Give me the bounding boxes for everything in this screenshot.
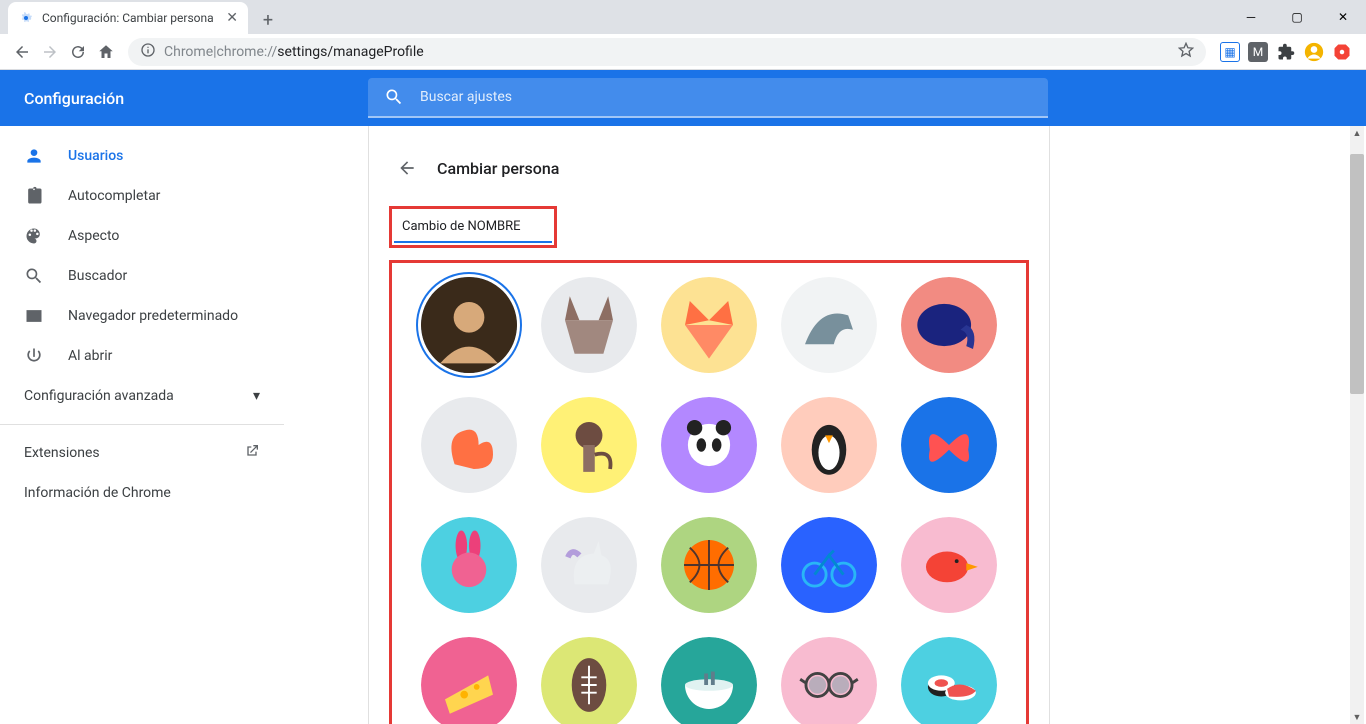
extensions-puzzle-icon[interactable] (1276, 42, 1296, 62)
new-tab-button[interactable]: + (254, 6, 282, 34)
scrollbar-up-arrow[interactable]: ▲ (1350, 126, 1364, 140)
avatar-football[interactable] (541, 637, 637, 724)
sidebar-about-label: Información de Chrome (24, 485, 171, 501)
app-title: Configuración (0, 89, 300, 108)
bookmark-star-icon[interactable] (1178, 42, 1194, 62)
avatar-grid-highlight (389, 260, 1029, 724)
gear-icon (18, 10, 34, 26)
avatar-cheese[interactable] (421, 637, 517, 724)
sidebar-item-autocompletar[interactable]: Autocompletar (0, 176, 284, 216)
browser-toolbar: Chrome | chrome:// settings/manageProfil… (0, 34, 1366, 70)
settings-search[interactable] (368, 78, 1048, 118)
gmail-extension-icon[interactable]: M (1248, 42, 1268, 62)
avatar-basketball[interactable] (661, 517, 757, 613)
avatar-penguin[interactable] (781, 397, 877, 493)
avatar-bicycle[interactable] (781, 517, 877, 613)
avatar-elephant[interactable] (901, 277, 997, 373)
adblock-extension-icon[interactable] (1332, 42, 1352, 62)
sidebar-advanced-label: Configuración avanzada (24, 388, 174, 404)
sidebar-item-label: Autocompletar (68, 188, 160, 204)
search-icon (384, 87, 404, 107)
avatar-bowl[interactable] (661, 637, 757, 724)
site-info-icon[interactable] (140, 42, 156, 62)
home-button[interactable] (92, 38, 120, 66)
sidebar-item-usuarios[interactable]: Usuarios (0, 136, 284, 176)
search-icon (24, 266, 44, 286)
avatar-squirrel[interactable] (421, 397, 517, 493)
close-window-button[interactable]: ✕ (1320, 0, 1366, 34)
sidebar-item-aspecto[interactable]: Aspecto (0, 216, 284, 256)
sidebar-item-label: Usuarios (68, 148, 123, 164)
sidebar-item-label: Navegador predeterminado (68, 308, 238, 324)
settings-body: Usuarios Autocompletar Aspecto Buscador … (0, 126, 1366, 724)
right-gutter: ▲ ▼ (1050, 126, 1366, 724)
extension-icons: ▦ M (1214, 42, 1358, 62)
app-header: Configuración (0, 70, 1366, 126)
sidebar-item-label: Aspecto (68, 228, 119, 244)
sidebar-item-navegador[interactable]: Navegador predeterminado (0, 296, 284, 336)
avatar-grid (410, 277, 1008, 724)
sidebar-item-label: Buscador (68, 268, 127, 284)
address-bar[interactable]: Chrome | chrome:// settings/manageProfil… (128, 38, 1206, 66)
maximize-button[interactable]: ▢ (1274, 0, 1320, 34)
avatar-bird[interactable] (901, 517, 997, 613)
open-external-icon (244, 443, 260, 463)
avatar-user-photo[interactable] (421, 277, 517, 373)
avatar-glasses[interactable] (781, 637, 877, 724)
power-icon (24, 346, 44, 366)
avatar-monkey[interactable] (541, 397, 637, 493)
scrollbar-down-arrow[interactable]: ▼ (1350, 710, 1364, 724)
profile-avatar-icon[interactable] (1304, 42, 1324, 62)
sidebar-about-link[interactable]: Información de Chrome (0, 473, 284, 513)
profile-name-input[interactable] (394, 211, 552, 243)
url-path: settings/manageProfile (277, 44, 423, 60)
sidebar-extensions-link[interactable]: Extensiones (0, 433, 284, 473)
settings-sidebar: Usuarios Autocompletar Aspecto Buscador … (0, 126, 284, 724)
sidebar-item-label: Al abrir (68, 348, 112, 364)
close-tab-icon[interactable]: ✕ (226, 10, 238, 26)
forward-button[interactable] (36, 38, 64, 66)
avatar-unicorn[interactable] (541, 517, 637, 613)
avatar-sushi[interactable] (901, 637, 997, 724)
minimize-button[interactable]: ─ (1228, 0, 1274, 34)
url-prefix: chrome:// (217, 44, 278, 60)
avatar-dragon[interactable] (781, 277, 877, 373)
translate-extension-icon[interactable]: ▦ (1220, 42, 1240, 62)
chevron-down-icon: ▾ (253, 388, 260, 404)
sidebar-separator (0, 424, 284, 425)
avatar-fox[interactable] (661, 277, 757, 373)
settings-search-input[interactable] (420, 89, 1032, 105)
avatar-butterfly[interactable] (901, 397, 997, 493)
tab-title: Configuración: Cambiar persona (42, 11, 214, 25)
page-title: Cambiar persona (437, 159, 559, 178)
person-icon (24, 146, 44, 166)
settings-main: Cambiar persona (368, 126, 1050, 724)
scrollbar-thumb[interactable] (1350, 154, 1364, 394)
sidebar-advanced-toggle[interactable]: Configuración avanzada ▾ (0, 376, 284, 416)
browser-icon (24, 306, 44, 326)
window-titlebar: Configuración: Cambiar persona ✕ + ─ ▢ ✕ (0, 0, 1366, 34)
reload-button[interactable] (64, 38, 92, 66)
avatar-rabbit[interactable] (421, 517, 517, 613)
back-button[interactable] (8, 38, 36, 66)
sidebar-item-buscador[interactable]: Buscador (0, 256, 284, 296)
profile-name-highlight (389, 206, 557, 248)
avatar-panda[interactable] (661, 397, 757, 493)
palette-icon (24, 226, 44, 246)
sidebar-item-al-abrir[interactable]: Al abrir (0, 336, 284, 376)
window-controls: ─ ▢ ✕ (1228, 0, 1366, 34)
url-host: Chrome (164, 44, 213, 60)
page-header: Cambiar persona (389, 138, 1029, 198)
sidebar-extensions-label: Extensiones (24, 445, 100, 461)
avatar-cat[interactable] (541, 277, 637, 373)
browser-tab[interactable]: Configuración: Cambiar persona ✕ (8, 2, 248, 34)
clipboard-icon (24, 186, 44, 206)
back-arrow-button[interactable] (389, 150, 425, 186)
